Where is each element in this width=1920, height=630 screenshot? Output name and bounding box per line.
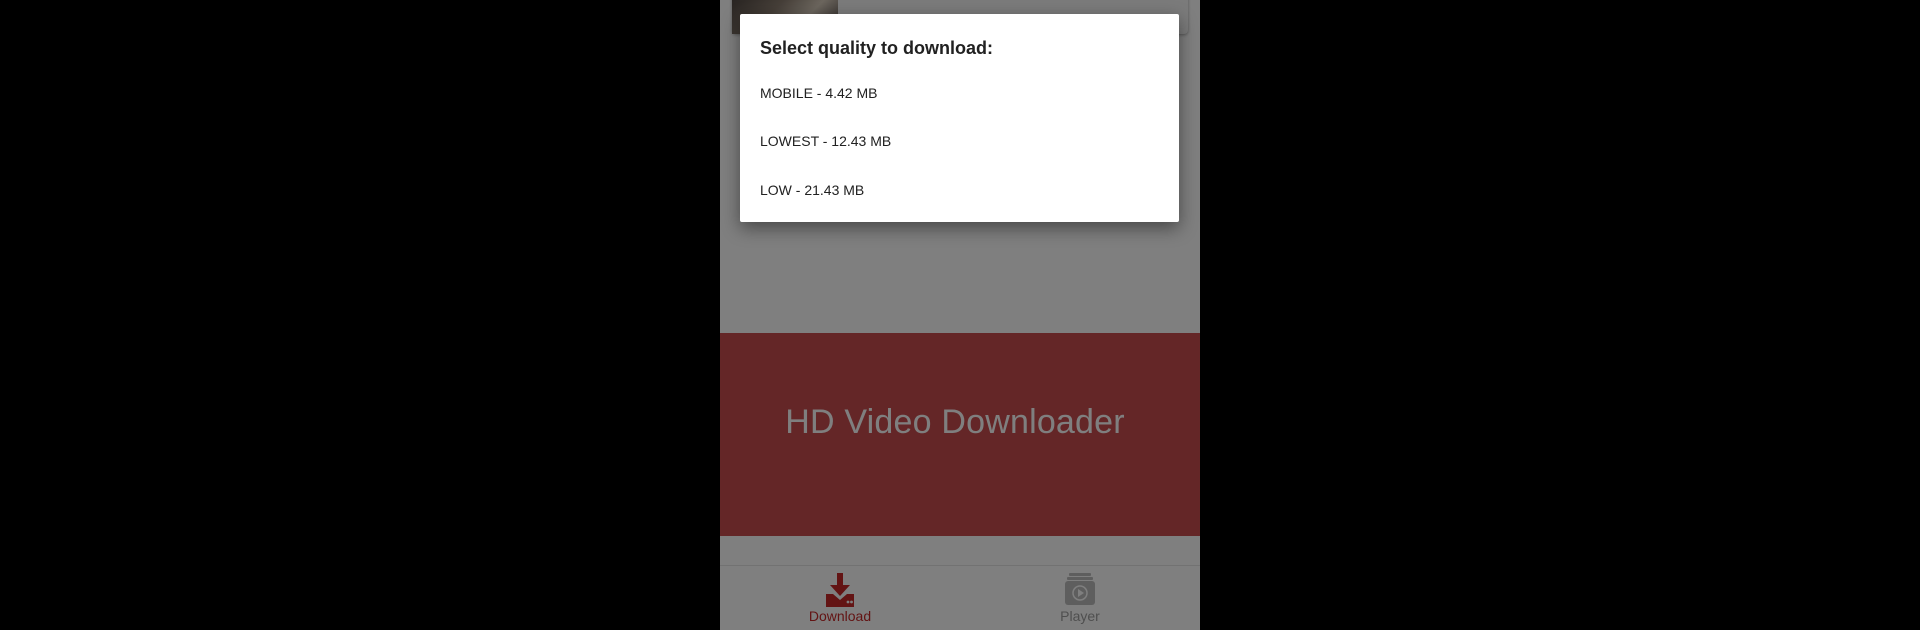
quality-option-lowest[interactable]: LOWEST - 12.43 MB — [740, 119, 1179, 163]
quality-option-low[interactable]: LOW - 21.43 MB — [740, 168, 1179, 212]
dialog-title: Select quality to download: — [760, 38, 994, 58]
phone-screen: HD Video Downloader Download Player — [720, 0, 1200, 630]
quality-option-mobile[interactable]: MOBILE - 4.42 MB — [740, 71, 1179, 115]
quality-select-dialog: Select quality to download: MOBILE - 4.4… — [740, 14, 1179, 222]
